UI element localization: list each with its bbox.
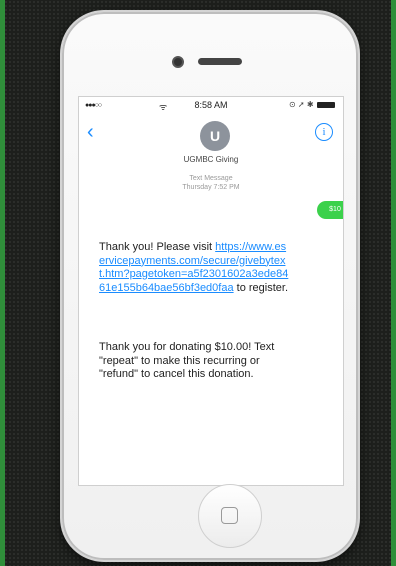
front-camera <box>172 56 184 68</box>
message-type-label: Text Message <box>189 175 233 182</box>
contact-avatar[interactable]: U <box>200 121 230 151</box>
info-button[interactable]: i <box>315 123 333 141</box>
back-button[interactable]: ‹ <box>87 122 94 142</box>
contact-name[interactable]: UGMBC Giving <box>79 155 343 164</box>
message-text: to register. <box>233 281 289 294</box>
phone-body: ●●●○○ ᯤ 8:58 AM ⊙ ➚ ✱ ‹ U UGMBC Giving i… <box>60 10 360 562</box>
right-edge <box>391 0 396 566</box>
left-edge <box>0 0 5 566</box>
message-timestamp: Thursday 7:52 PM <box>182 184 240 191</box>
received-message-2[interactable]: Thank you for donating $10.00! Text "rep… <box>99 341 289 382</box>
phone-screen: ●●●○○ ᯤ 8:58 AM ⊙ ➚ ✱ ‹ U UGMBC Giving i… <box>78 96 344 486</box>
battery-icon <box>317 102 335 108</box>
sent-message-bubble[interactable]: $10 <box>317 201 343 219</box>
message-text: Thank you! Please visit <box>99 241 216 253</box>
status-bar: ●●●○○ ᯤ 8:58 AM ⊙ ➚ ✱ <box>79 97 343 115</box>
earpiece-speaker <box>198 58 242 65</box>
status-indicators-icon: ⊙ ➚ ✱ <box>289 100 314 109</box>
home-button[interactable] <box>198 484 262 548</box>
received-message-1[interactable]: Thank you! Please visit https://www.eser… <box>99 241 289 295</box>
home-square-icon <box>221 507 238 524</box>
